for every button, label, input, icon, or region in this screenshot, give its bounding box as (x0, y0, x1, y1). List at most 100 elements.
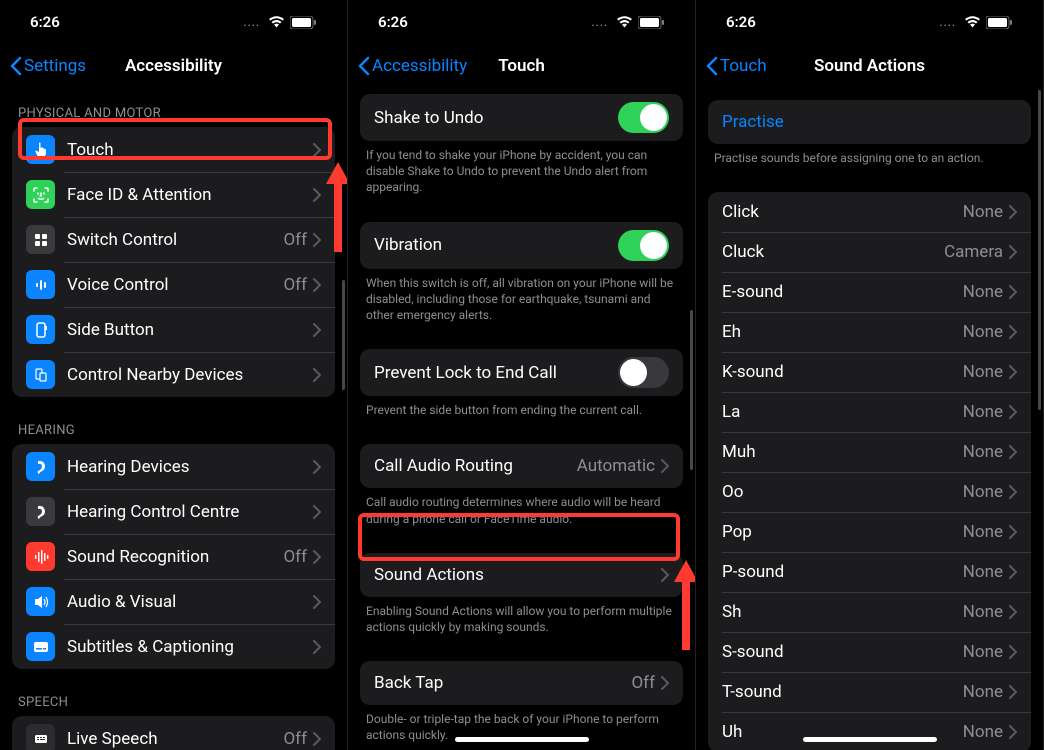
row-label: Eh (722, 322, 955, 342)
back-label: Touch (720, 56, 767, 76)
row-value: Off (283, 729, 307, 749)
live-speech-icon (26, 724, 55, 750)
wifi-icon (964, 16, 981, 28)
touch-icon (26, 135, 55, 164)
cellular-dots-icon: .... (591, 16, 608, 29)
chevron-left-icon (10, 56, 22, 76)
group-speech: Live Speech Off Vocal Shortcuts (12, 716, 335, 750)
row-back-tap[interactable]: Back Tap Off (360, 661, 683, 705)
row-value: Automatic (577, 456, 655, 476)
chevron-right-icon (313, 368, 321, 382)
cellular-dots-icon: .... (939, 16, 956, 29)
row-label: Face ID & Attention (67, 185, 307, 205)
row-label: Hearing Devices (67, 457, 307, 477)
row-side-button[interactable]: Side Button (12, 307, 335, 352)
row-sound[interactable]: T-soundNone (708, 672, 1031, 712)
home-indicator[interactable] (803, 737, 937, 742)
scrollbar[interactable] (690, 310, 693, 470)
row-value: Off (283, 275, 307, 295)
row-value: None (963, 362, 1003, 382)
row-sound[interactable]: UhNone (708, 712, 1031, 750)
scrollbar[interactable] (1038, 90, 1041, 410)
voice-control-icon (26, 270, 55, 299)
row-sound[interactable]: K-sound None (708, 352, 1031, 392)
row-switch-control[interactable]: Switch Control Off (12, 217, 335, 262)
row-label: Vibration (374, 235, 618, 255)
row-label: Live Speech (67, 729, 275, 749)
chevron-right-icon (661, 676, 669, 690)
status-time: 6:26 (726, 13, 756, 31)
row-prevent-lock[interactable]: Prevent Lock to End Call (360, 349, 683, 396)
footer-practise: Practise sounds before assigning one to … (696, 144, 1043, 180)
row-sound[interactable]: ShNone (708, 592, 1031, 632)
footer-prevent-lock: Prevent the side button from ending the … (348, 396, 695, 432)
row-sound[interactable]: Eh None (708, 312, 1031, 352)
section-header-hearing: HEARING (0, 405, 347, 444)
row-sound[interactable]: MuhNone (708, 432, 1031, 472)
toggle-prevent-lock[interactable] (618, 357, 669, 388)
row-vibration[interactable]: Vibration (360, 222, 683, 269)
back-button[interactable]: Accessibility (358, 56, 467, 76)
row-label: Side Button (67, 320, 307, 340)
chevron-right-icon (1009, 365, 1017, 379)
wifi-icon (268, 16, 285, 28)
sound-recognition-icon (26, 542, 55, 571)
toggle-shake[interactable] (618, 102, 669, 133)
group-sound-actions: Sound Actions (360, 553, 683, 597)
row-audio-visual[interactable]: Audio & Visual (12, 579, 335, 624)
row-sound[interactable]: S-soundNone (708, 632, 1031, 672)
row-voice-control[interactable]: Voice Control Off (12, 262, 335, 307)
chevron-right-icon (313, 188, 321, 202)
status-icons: .... (939, 16, 1013, 29)
row-subtitles[interactable]: Subtitles & Captioning (12, 624, 335, 669)
chevron-right-icon (1009, 285, 1017, 299)
content-area[interactable]: Shake to Undo If you tend to shake your … (348, 88, 695, 750)
toggle-vibration[interactable] (618, 230, 669, 261)
row-live-speech[interactable]: Live Speech Off (12, 716, 335, 750)
status-bar: 6:26 .... (348, 0, 695, 44)
back-button[interactable]: Touch (706, 56, 767, 76)
chevron-left-icon (358, 56, 370, 76)
chevron-right-icon (661, 568, 669, 582)
row-value: None (963, 202, 1003, 222)
row-faceid[interactable]: Face ID & Attention (12, 172, 335, 217)
content-area[interactable]: PHYSICAL AND MOTOR Touch Face ID & Atten… (0, 88, 347, 750)
chevron-left-icon (706, 56, 718, 76)
chevron-right-icon (1009, 205, 1017, 219)
row-practise[interactable]: Practise (708, 100, 1031, 144)
row-value: None (963, 482, 1003, 502)
row-shake-undo[interactable]: Shake to Undo (360, 94, 683, 141)
row-label: Switch Control (67, 230, 275, 250)
row-label: Cluck (722, 242, 936, 262)
status-bar: 6:26 .... (696, 0, 1043, 44)
row-sound[interactable]: CluckCamera (708, 232, 1031, 272)
row-hearing-control[interactable]: Hearing Control Centre (12, 489, 335, 534)
group-sounds: ClickNoneCluckCameraE-soundNoneEhNoneK-s… (708, 192, 1031, 750)
home-indicator[interactable] (455, 737, 589, 742)
row-sound-recognition[interactable]: Sound Recognition Off (12, 534, 335, 579)
chevron-right-icon (661, 459, 669, 473)
content-area[interactable]: Practise Practise sounds before assignin… (696, 88, 1043, 750)
group-practise: Practise (708, 100, 1031, 144)
row-sound-actions[interactable]: Sound Actions (360, 553, 683, 597)
row-sound[interactable]: OoNone (708, 472, 1031, 512)
row-control-nearby[interactable]: Control Nearby Devices (12, 352, 335, 397)
row-sound[interactable]: PopNone (708, 512, 1031, 552)
row-hearing-devices[interactable]: Hearing Devices (12, 444, 335, 489)
chevron-right-icon (1009, 565, 1017, 579)
row-sound[interactable]: LaNone (708, 392, 1031, 432)
row-value: None (963, 322, 1003, 342)
row-sound[interactable]: ClickNone (708, 192, 1031, 232)
row-sound[interactable]: E-soundNone (708, 272, 1031, 312)
row-sound[interactable]: P-soundNone (708, 552, 1031, 592)
row-label: E-sound (722, 282, 955, 302)
row-touch[interactable]: Touch (12, 127, 335, 172)
row-label: Call Audio Routing (374, 456, 569, 476)
row-label: K-sound (722, 362, 955, 382)
row-call-audio[interactable]: Call Audio Routing Automatic (360, 444, 683, 488)
scrollbar[interactable] (342, 280, 345, 390)
footer-sound-actions: Enabling Sound Actions will allow you to… (348, 597, 695, 649)
group-back-tap: Back Tap Off (360, 661, 683, 705)
back-button[interactable]: Settings (10, 56, 86, 76)
row-label: Muh (722, 442, 955, 462)
